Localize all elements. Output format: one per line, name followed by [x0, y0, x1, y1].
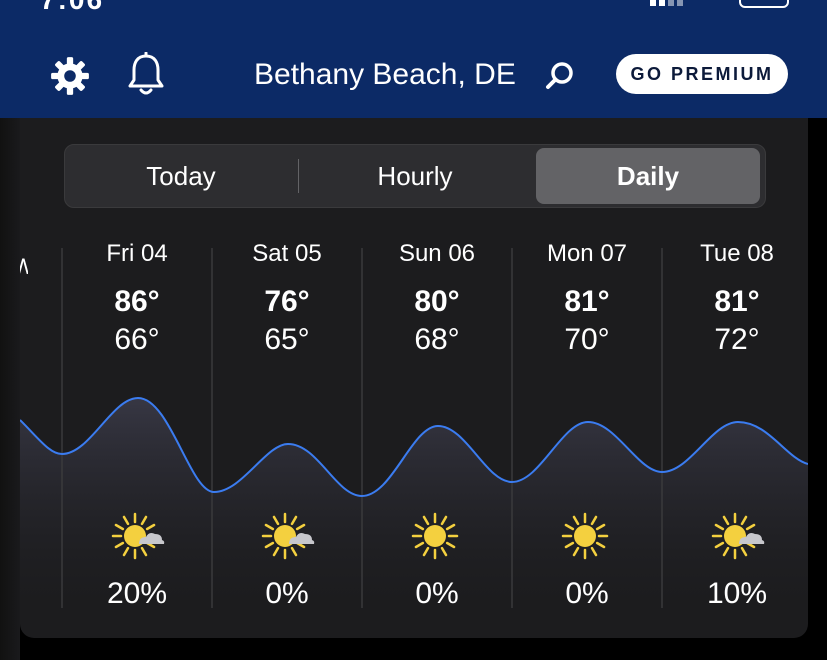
day-high: 80° [414, 285, 460, 318]
forecast-card: Today Hourly Daily W Fri 04 86° 66° 20% … [20, 118, 808, 638]
go-premium-button[interactable]: GO PREMIUM [616, 54, 788, 94]
day-high: 81° [564, 285, 610, 318]
day-low: 72° [714, 323, 760, 356]
day-precip: 10% [706, 577, 768, 610]
day-column-tue[interactable]: Tue 08 81° 72° 10% [662, 238, 808, 610]
day-column-sat[interactable]: Sat 05 76° 65° 0% [212, 238, 362, 610]
day-precip: 0% [265, 577, 309, 610]
day-precip: 0% [415, 577, 459, 610]
day-low: 68° [414, 323, 460, 356]
bell-icon[interactable] [126, 52, 166, 98]
signal-icon [650, 0, 683, 6]
day-column-mon[interactable]: Mon 07 81° 70° 0% [512, 238, 662, 610]
wifi-icon [701, 0, 721, 6]
status-bar: 7:06 [0, 0, 827, 30]
previous-day-label: W [20, 254, 28, 274]
day-label: Sat 05 [252, 240, 322, 267]
status-time: 7:06 [40, 0, 104, 16]
sun-icon [561, 512, 609, 560]
sun-cloud-icon [111, 512, 165, 560]
day-precip: 20% [106, 577, 168, 610]
background-edge [0, 118, 20, 660]
sun-icon [411, 512, 459, 560]
day-label: Mon 07 [546, 240, 628, 267]
day-label: Fri 04 [106, 240, 168, 267]
battery-icon [739, 0, 789, 8]
day-high: 81° [714, 285, 760, 318]
gear-icon[interactable] [49, 55, 91, 97]
day-label: Tue 08 [700, 240, 774, 267]
day-low: 70° [564, 323, 610, 356]
day-label: Sun 06 [398, 240, 476, 267]
day-high: 76° [264, 285, 310, 318]
search-icon[interactable] [544, 60, 576, 92]
day-column-fri[interactable]: Fri 04 86° 66° 20% [62, 238, 212, 610]
location-title[interactable]: Bethany Beach, DE [254, 56, 516, 94]
sun-cloud-icon [261, 512, 315, 560]
day-column-sun[interactable]: Sun 06 80° 68° 0% [362, 238, 512, 610]
day-high: 86° [114, 285, 160, 318]
sun-cloud-icon [711, 512, 765, 560]
day-precip: 0% [565, 577, 609, 610]
day-low: 65° [264, 323, 310, 356]
day-low: 66° [114, 323, 160, 356]
status-icons [650, 0, 789, 8]
